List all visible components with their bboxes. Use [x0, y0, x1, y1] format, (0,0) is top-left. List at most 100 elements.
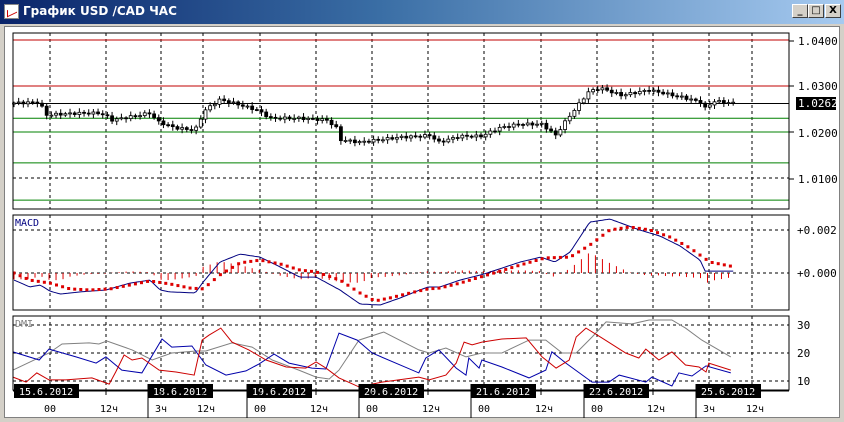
candle-body	[236, 101, 241, 106]
hour-label: 3ч	[155, 404, 167, 415]
candle-body	[432, 135, 437, 140]
signal-dot	[643, 227, 647, 231]
signal-dot	[133, 282, 137, 286]
signal-dot	[649, 228, 653, 232]
signal-dot	[24, 276, 28, 280]
candle-body	[86, 112, 91, 115]
signal-dot	[36, 279, 40, 283]
hour-label: 12ч	[100, 404, 118, 415]
candle-body	[605, 87, 609, 91]
candle-body	[721, 100, 726, 104]
signal-dot	[224, 269, 228, 273]
candle-body	[479, 134, 483, 138]
price-panel-frame	[12, 32, 790, 210]
candle-body	[287, 116, 292, 120]
candle-body	[240, 104, 245, 107]
candle-body	[507, 126, 511, 128]
signal-dot	[91, 288, 95, 292]
signal-dot	[61, 285, 65, 289]
candle-body	[194, 126, 199, 131]
candle-body	[535, 123, 539, 126]
candle-body	[362, 140, 367, 143]
candle-body	[726, 102, 731, 104]
signal-dot	[115, 286, 119, 290]
signal-dot	[309, 269, 313, 273]
candle-body	[642, 90, 647, 92]
signal-dot	[297, 268, 301, 272]
signal-dot	[194, 286, 198, 290]
signal-dot	[176, 284, 180, 288]
candle-body	[329, 119, 334, 126]
chart-canvas[interactable]: 1.0400 1.0300 1.0262 1.0200 1.0100 +0.00…	[0, 0, 844, 422]
price-tick: 1.0200	[798, 127, 838, 140]
candle-body	[460, 134, 465, 139]
signal-dot	[498, 269, 502, 273]
signal-dot	[461, 280, 465, 284]
candle-body	[731, 101, 736, 104]
signal-dot	[67, 287, 71, 291]
candle-body	[91, 111, 96, 115]
candle-body	[661, 91, 666, 95]
candle-body	[693, 98, 698, 101]
candle-body	[30, 101, 35, 104]
candle-body	[324, 118, 329, 121]
signal-dot	[152, 280, 156, 284]
candle-body	[665, 92, 670, 95]
candle-body	[614, 92, 619, 94]
signal-dot	[601, 233, 605, 237]
candle-body	[684, 95, 689, 100]
candle-body	[21, 101, 26, 105]
candle-body	[128, 115, 133, 119]
macd-panel-frame	[12, 214, 790, 311]
signal-dot	[479, 275, 483, 279]
signal-dot	[237, 262, 241, 266]
macd-line	[13, 218, 734, 306]
candle-body	[320, 118, 325, 121]
candle-body	[427, 134, 432, 137]
dmi-label: DMI	[15, 319, 33, 330]
dmi-tick: 20	[797, 347, 810, 360]
signal-dot	[73, 287, 77, 291]
signal-dot	[382, 297, 386, 301]
candle-body	[114, 118, 119, 122]
signal-dot	[431, 287, 435, 291]
candle-body	[198, 118, 203, 128]
price-tick: 1.0400	[798, 35, 838, 48]
signal-dot	[558, 255, 562, 259]
candle-body	[208, 105, 213, 111]
signal-dot	[352, 287, 356, 291]
signal-dot	[540, 257, 544, 261]
signal-dot	[534, 258, 538, 262]
signal-dot	[18, 274, 22, 278]
signal-dot	[48, 281, 52, 285]
signal-dot	[121, 284, 125, 288]
candle-body	[142, 112, 147, 117]
signal-dot	[613, 227, 617, 231]
signal-dot	[182, 285, 186, 289]
dmi-tick: 10	[797, 375, 810, 388]
candle-body	[413, 135, 418, 138]
candle-body	[707, 104, 712, 108]
candle-body	[553, 130, 558, 136]
candle-body	[404, 135, 409, 139]
time-axis: 15.6.2012 18.6.2012 19.6.2012 20.6.2012 21.6…	[13, 384, 789, 418]
candle-body	[502, 126, 507, 128]
candle-body	[44, 105, 49, 116]
signal-dot	[467, 278, 471, 282]
candle-body	[539, 122, 544, 125]
candle-body	[609, 89, 614, 94]
candle-body	[497, 126, 502, 132]
hour-label: 12ч	[535, 404, 553, 415]
signal-dot	[103, 287, 107, 291]
candle-body	[54, 112, 58, 116]
candle-body	[72, 112, 77, 115]
candle-body	[409, 135, 413, 139]
candle-body	[521, 124, 525, 126]
signal-dot	[437, 286, 441, 290]
candle-body	[49, 114, 54, 117]
signal-dot	[413, 290, 417, 294]
signal-dot	[328, 275, 332, 279]
signal-dot	[267, 260, 271, 264]
signal-dot	[692, 249, 696, 253]
signal-dot	[273, 261, 277, 265]
